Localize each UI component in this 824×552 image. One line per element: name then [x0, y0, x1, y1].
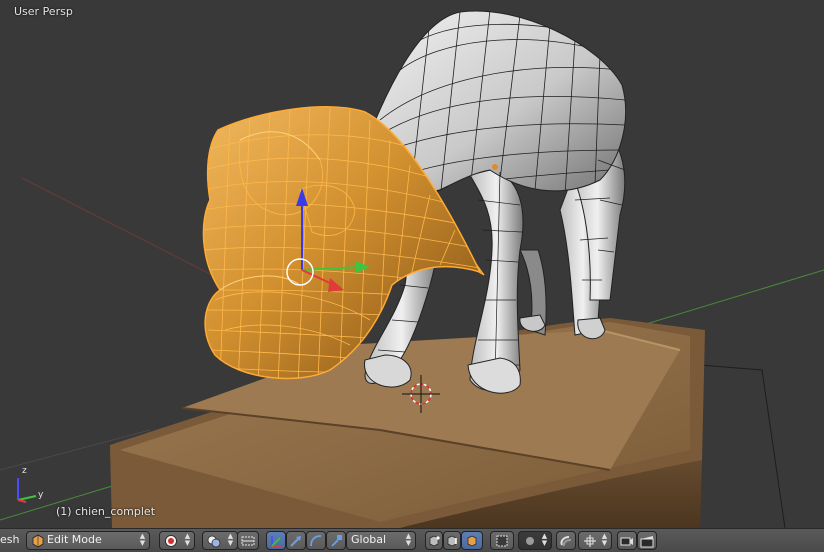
rotate-toggle[interactable] [286, 531, 306, 550]
scale-toggle[interactable] [326, 531, 346, 550]
viewport-header: esh Edit Mode ▲ ▼ ▲ ▼ ▲ ▼ Global ▲ ▼ ▲ ▼… [0, 528, 824, 552]
edge-select-icon [447, 535, 457, 547]
mode-selector[interactable]: Edit Mode ▲ ▼ [26, 531, 150, 550]
proportional-edit-selector[interactable]: ▲ ▼ [518, 531, 552, 550]
vertex-select-icon [429, 535, 440, 547]
snap-icon [560, 536, 572, 547]
scene[interactable]: z y [0, 0, 824, 528]
render-button[interactable] [617, 531, 637, 550]
render-icon [620, 537, 633, 546]
manipulator-toggle[interactable] [237, 531, 259, 550]
camera-wire [689, 364, 786, 528]
limit-selection-icon [496, 535, 508, 547]
proportional-edit-icon [526, 537, 534, 545]
manipulator-icon [241, 536, 255, 546]
wooden-base [110, 318, 705, 528]
animation-icon [640, 536, 654, 548]
3d-viewport[interactable]: z y User Persp (1) chien_complet [0, 0, 824, 528]
shading-selector[interactable]: ▲ ▼ [202, 531, 238, 550]
rotate-arc-toggle[interactable] [306, 531, 326, 550]
orientation-label: Global [351, 533, 387, 546]
limit-selection-toggle[interactable] [490, 531, 514, 550]
vertex-select-button[interactable] [425, 531, 443, 550]
mesh-menu-label[interactable]: esh [0, 533, 19, 546]
object-info-label: (1) chien_complet [56, 505, 156, 518]
face-select-icon [467, 535, 477, 547]
edge-select-button[interactable] [443, 531, 461, 550]
mode-updown-icon: ▲ ▼ [139, 532, 146, 547]
mode-icon [32, 534, 44, 548]
snap-target-element-icon [584, 535, 596, 547]
snap-element-selector[interactable]: ▲ ▼ [578, 531, 612, 550]
translate-icon [271, 536, 282, 547]
rotate-icon [290, 536, 301, 547]
orientation-selector[interactable]: Global ▲ ▼ [346, 531, 416, 550]
pivot-icon [165, 535, 177, 547]
mode-label: Edit Mode [47, 533, 102, 546]
svg-text:z: z [22, 466, 27, 476]
pivot-selector[interactable]: ▲ ▼ [159, 531, 195, 550]
scale-icon [310, 535, 322, 547]
snap-toggle[interactable] [556, 531, 576, 550]
animation-render-button[interactable] [637, 531, 657, 550]
shading-icon [207, 535, 221, 548]
face-select-button[interactable] [461, 531, 483, 550]
axis-widget: z y [17, 466, 44, 503]
svg-text:y: y [38, 490, 44, 500]
snap-target-icon [331, 535, 342, 547]
view-name-label: User Persp [14, 5, 73, 18]
translate-toggle[interactable] [266, 531, 286, 550]
